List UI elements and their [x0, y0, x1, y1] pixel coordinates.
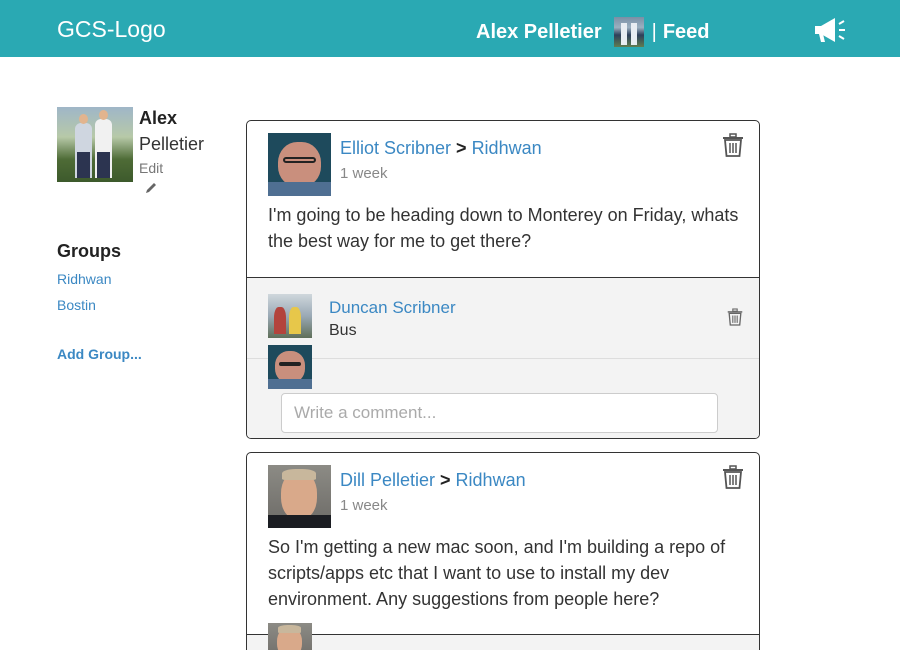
add-group-link[interactable]: Add Group... — [57, 346, 142, 362]
user-nav: Alex Pelletier | Feed — [476, 17, 710, 47]
trash-icon[interactable] — [722, 465, 744, 489]
group-link-bostin[interactable]: Bostin — [57, 297, 96, 313]
logo[interactable]: GCS-Logo — [57, 16, 166, 43]
post-author-link[interactable]: Dill Pelletier — [340, 470, 435, 490]
post-group-link[interactable]: Ridhwan — [472, 138, 542, 158]
megaphone-icon[interactable] — [812, 16, 846, 44]
comment-item: Duncan Scribner Bus — [247, 278, 759, 359]
post-text: I'm going to be heading down to Monterey… — [268, 205, 739, 251]
profile-photo[interactable] — [57, 107, 133, 182]
edit-profile-link[interactable]: Edit — [139, 160, 163, 176]
author-avatar[interactable] — [268, 133, 331, 196]
comment-author-link[interactable]: Duncan Scribner — [329, 298, 456, 318]
pencil-icon[interactable] — [144, 181, 158, 195]
groups-heading: Groups — [57, 241, 122, 261]
profile-first-name: Alex — [139, 108, 178, 128]
post-author-line: Elliot Scribner > Ridhwan — [340, 138, 542, 159]
post-timestamp: 1 week — [340, 497, 388, 514]
post-text: So I'm getting a new mac soon, and I'm b… — [268, 537, 726, 609]
post-body: Elliot Scribner > Ridhwan 1 week I'm going… — [247, 121, 759, 278]
composer-avatar — [268, 623, 312, 650]
arrow-separator: > — [456, 138, 467, 158]
post-card: Dill Pelletier > Ridhwan 1 week So I'm get… — [246, 452, 760, 650]
post-card: Elliot Scribner > Ridhwan 1 week I'm going… — [246, 120, 760, 439]
top-navigation-bar: GCS-Logo Alex Pelletier | Feed — [0, 0, 900, 57]
profile-last-name: Pelletier — [139, 134, 205, 154]
feed-link[interactable]: Feed — [663, 21, 710, 44]
post-author-link[interactable]: Elliot Scribner — [340, 138, 451, 158]
trash-icon[interactable] — [727, 308, 743, 326]
nav-avatar[interactable] — [613, 17, 644, 47]
post-body: Dill Pelletier > Ridhwan 1 week So I'm get… — [247, 453, 759, 635]
comments-section — [247, 623, 759, 650]
arrow-separator: > — [440, 470, 451, 490]
comment-text: Bus — [329, 322, 357, 339]
user-name-link[interactable]: Alex Pelletier — [476, 21, 602, 44]
nav-separator: | — [651, 20, 657, 43]
group-link-ridhwan[interactable]: Ridhwan — [57, 271, 111, 287]
post-author-line: Dill Pelletier > Ridhwan — [340, 470, 526, 491]
author-avatar[interactable] — [268, 465, 331, 528]
post-group-link[interactable]: Ridhwan — [456, 470, 526, 490]
commenter-avatar[interactable] — [268, 294, 312, 338]
trash-icon[interactable] — [722, 133, 744, 157]
post-timestamp: 1 week — [340, 165, 388, 182]
comment-input[interactable] — [281, 393, 718, 433]
composer-avatar — [268, 345, 312, 389]
